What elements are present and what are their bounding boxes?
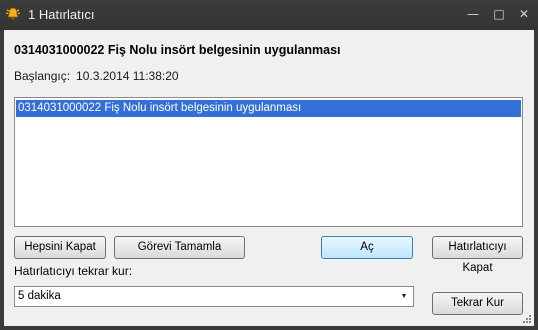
chevron-down-icon[interactable]: ▼ — [399, 287, 409, 306]
list-item-selected[interactable]: 0314031000022 Fiş Nolu insört belgesinin… — [16, 100, 521, 117]
reminder-window: 1 Hatırlatıcı — □ ✕ 0314031000022 Fiş No… — [0, 0, 538, 330]
window-title: 1 Hatırlatıcı — [28, 7, 95, 22]
reminder-list[interactable]: 0314031000022 Fiş Nolu insört belgesinin… — [14, 97, 523, 227]
reminder-heading: 0314031000022 Fiş Nolu insört belgesinin… — [14, 43, 341, 57]
maximize-button[interactable]: □ — [488, 5, 510, 23]
resize-grip-icon[interactable] — [522, 314, 532, 324]
close-button[interactable]: ✕ — [513, 5, 535, 23]
snooze-button[interactable]: Tekrar Kur — [432, 292, 523, 315]
dismiss-all-button[interactable]: Hepsini Kapat — [14, 236, 106, 259]
dismiss-reminder-button[interactable]: Hatırlatıcıyı Kapat — [432, 236, 523, 274]
snooze-label: Hatırlatıcıyı tekrar kur: — [14, 264, 133, 278]
snooze-selected-value: 5 dakika — [18, 290, 61, 302]
complete-task-button[interactable]: Görevi Tamamla — [114, 236, 245, 259]
minimize-button[interactable]: — — [462, 5, 484, 23]
open-button[interactable]: Aç — [321, 236, 413, 259]
title-bar[interactable]: 1 Hatırlatıcı — □ ✕ — [0, 0, 538, 30]
snooze-select[interactable]: 5 dakika ▼ — [14, 286, 414, 307]
start-value: 10.3.2014 11:38:20 — [76, 69, 179, 83]
start-row: Başlangıç: 10.3.2014 11:38:20 — [14, 69, 179, 83]
start-label: Başlangıç: — [14, 69, 71, 83]
dialog-body: 0314031000022 Fiş Nolu insört belgesinin… — [4, 30, 534, 326]
alarm-bell-icon — [5, 6, 21, 22]
